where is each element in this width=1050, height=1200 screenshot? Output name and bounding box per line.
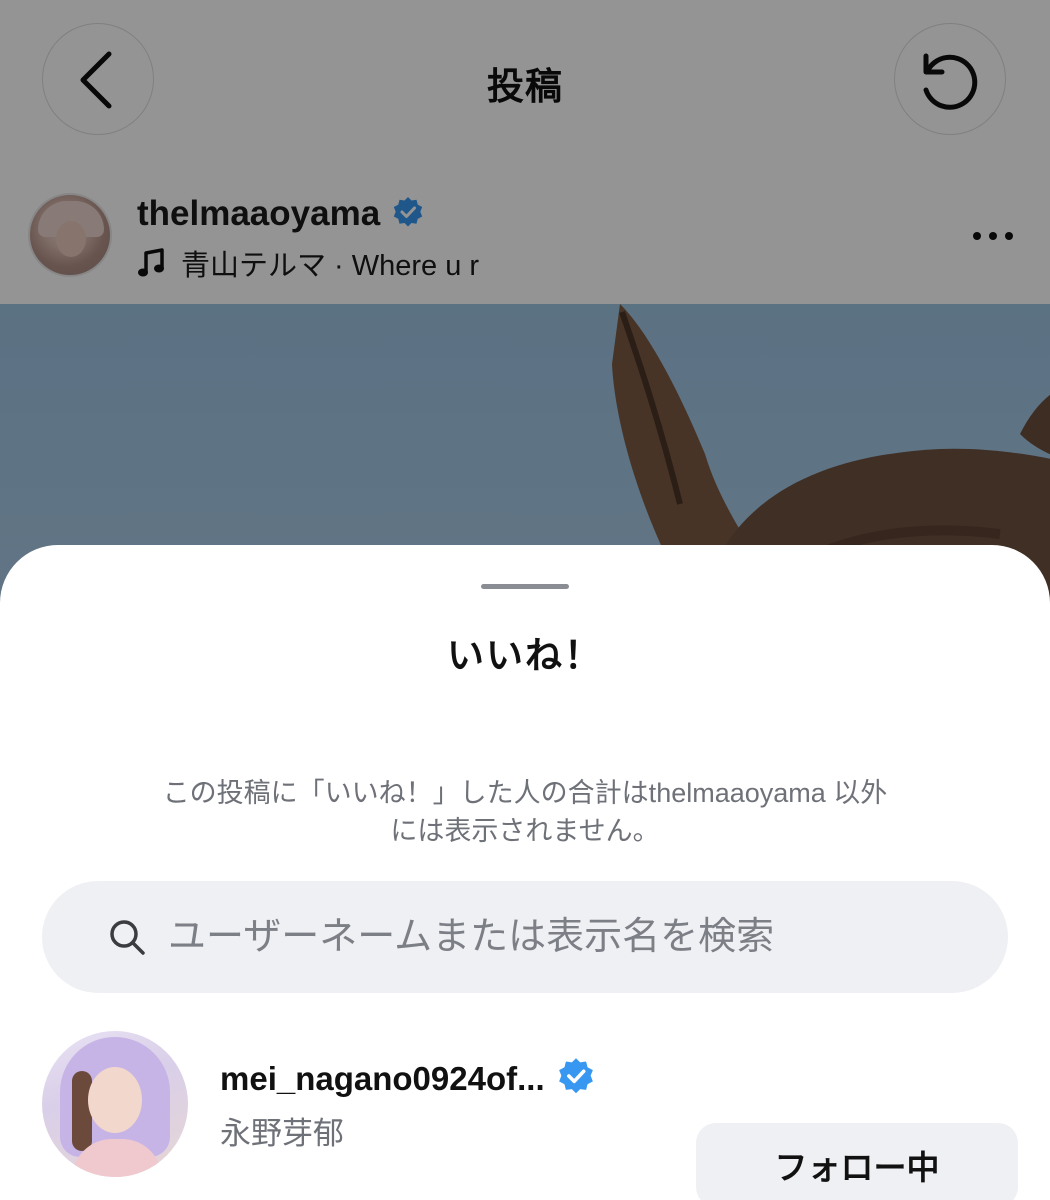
user-name-row: mei_nagano0924of... <box>220 1057 595 1100</box>
user-username[interactable]: mei_nagano0924of... <box>220 1060 545 1098</box>
avatar[interactable] <box>42 1031 188 1177</box>
notice-line-2: には表示されません。 <box>390 816 660 846</box>
search-input[interactable] <box>168 881 968 993</box>
screen: 投稿 thelmaaoyama 青山テルマ · Where u r いいね！ こ… <box>0 0 1050 1200</box>
sheet-title: いいね！ <box>447 635 603 676</box>
search-icon <box>110 920 145 955</box>
verified-badge-icon <box>557 1057 595 1100</box>
user-display-name: 永野芽郁 <box>220 1116 344 1151</box>
likes-privacy-notice: この投稿に「いいね！」した人の合計はthelmaaoyama 以外 には表示され… <box>110 774 940 850</box>
sheet-grabber[interactable] <box>481 584 569 589</box>
notice-line-1: この投稿に「いいね！」した人の合計はthelmaaoyama 以外 <box>162 778 888 808</box>
likes-sheet: いいね！ この投稿に「いいね！」した人の合計はthelmaaoyama 以外 に… <box>0 545 1050 1200</box>
following-button[interactable]: フォロー中 <box>696 1123 1018 1200</box>
search-bar[interactable] <box>42 881 1008 993</box>
